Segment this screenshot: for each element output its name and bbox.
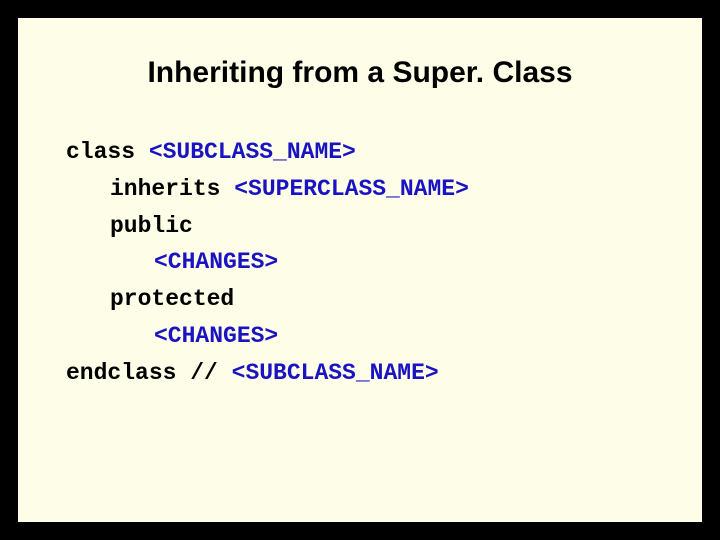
slide-frame: Inheriting from a Super. Class class <SU…: [18, 18, 702, 522]
placeholder-superclass: <SUPERCLASS_NAME>: [234, 176, 469, 202]
code-line-2: inherits <SUPERCLASS_NAME>: [66, 171, 654, 208]
code-line-5: protected: [66, 281, 654, 318]
code-line-7: endclass // <SUBCLASS_NAME>: [66, 355, 654, 392]
code-line-3: public: [66, 208, 654, 245]
code-block: class <SUBCLASS_NAME> inherits <SUPERCLA…: [66, 134, 654, 392]
slide-title: Inheriting from a Super. Class: [66, 56, 654, 90]
keyword-endclass: endclass //: [66, 360, 232, 386]
code-line-1: class <SUBCLASS_NAME>: [66, 134, 654, 171]
placeholder-changes-2: <CHANGES>: [66, 318, 278, 355]
code-line-4: <CHANGES>: [66, 244, 654, 281]
placeholder-changes-1: <CHANGES>: [66, 244, 278, 281]
placeholder-subclass-end: <SUBCLASS_NAME>: [232, 360, 439, 386]
keyword-public: public: [66, 208, 193, 245]
keyword-class: class: [66, 139, 149, 165]
keyword-protected: protected: [66, 281, 234, 318]
code-line-6: <CHANGES>: [66, 318, 654, 355]
keyword-inherits: inherits: [66, 171, 234, 208]
placeholder-subclass: <SUBCLASS_NAME>: [149, 139, 356, 165]
